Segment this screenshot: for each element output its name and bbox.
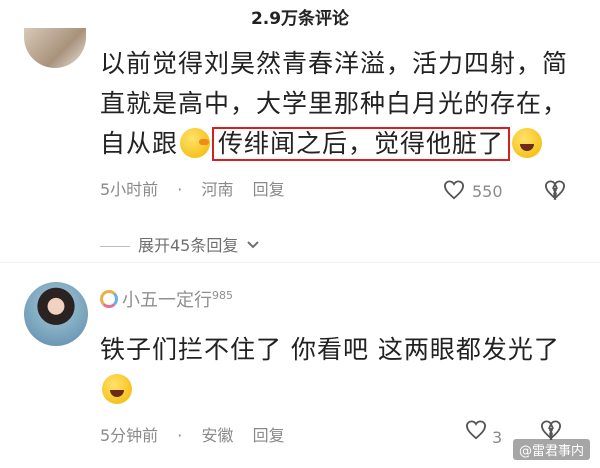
dot-separator: · — [177, 180, 183, 199]
comment-region: 安徽 — [201, 426, 234, 445]
comment-time: 5分钟前 — [100, 426, 159, 445]
username-text: 小五一定行 — [122, 290, 212, 311]
broken-heart-icon[interactable] — [544, 180, 566, 200]
like-count: 550 — [472, 182, 503, 201]
broken-heart-icon[interactable] — [540, 420, 562, 440]
comment-text: 以前觉得刘昊然青春洋溢，活力四射，简直就是高中，大学里那种白月光的存在，自从跟传… — [100, 44, 580, 164]
reply-button[interactable]: 回复 — [253, 426, 285, 445]
duck-emoji-icon — [180, 128, 211, 158]
laughing-emoji-icon — [102, 374, 132, 404]
highlighted-text: 传绯闻之后，觉得他脏了 — [212, 127, 511, 161]
dot-separator: · — [177, 426, 183, 445]
comment-time: 5小时前 — [100, 180, 159, 199]
expand-replies-button[interactable]: 展开45条回复 — [100, 232, 260, 256]
expand-label: 展开45条回复 — [138, 236, 239, 255]
reply-button[interactable]: 回复 — [253, 180, 285, 199]
rainbow-badge-icon — [100, 290, 118, 308]
comment-text: 铁子们拦不住了 你看吧 这两眼都发光了 — [100, 330, 580, 410]
avatar[interactable] — [24, 282, 88, 346]
expand-line — [100, 246, 130, 247]
comment-meta: 5小时前 · 河南 回复 — [100, 176, 299, 200]
avatar[interactable] — [24, 28, 86, 68]
chevron-down-icon — [247, 241, 260, 249]
heart-outline-icon[interactable] — [443, 180, 465, 200]
watermark: @雷君事内 — [512, 439, 590, 460]
comment-meta: 5分钟前 · 安徽 回复 — [100, 422, 299, 446]
user-level: 985 — [212, 289, 233, 302]
comment-region: 河南 — [201, 180, 234, 199]
username[interactable]: 小五一定行985 — [100, 286, 233, 312]
laughing-emoji-icon — [512, 128, 543, 158]
comment-text-main: 铁子们拦不住了 你看吧 这两眼都发光了 — [100, 335, 560, 364]
heart-outline-icon[interactable] — [465, 420, 487, 440]
like-count: 3 — [492, 428, 503, 447]
comment-count-title: 2.9万条评论 — [250, 9, 350, 29]
comment-divider — [0, 262, 600, 263]
